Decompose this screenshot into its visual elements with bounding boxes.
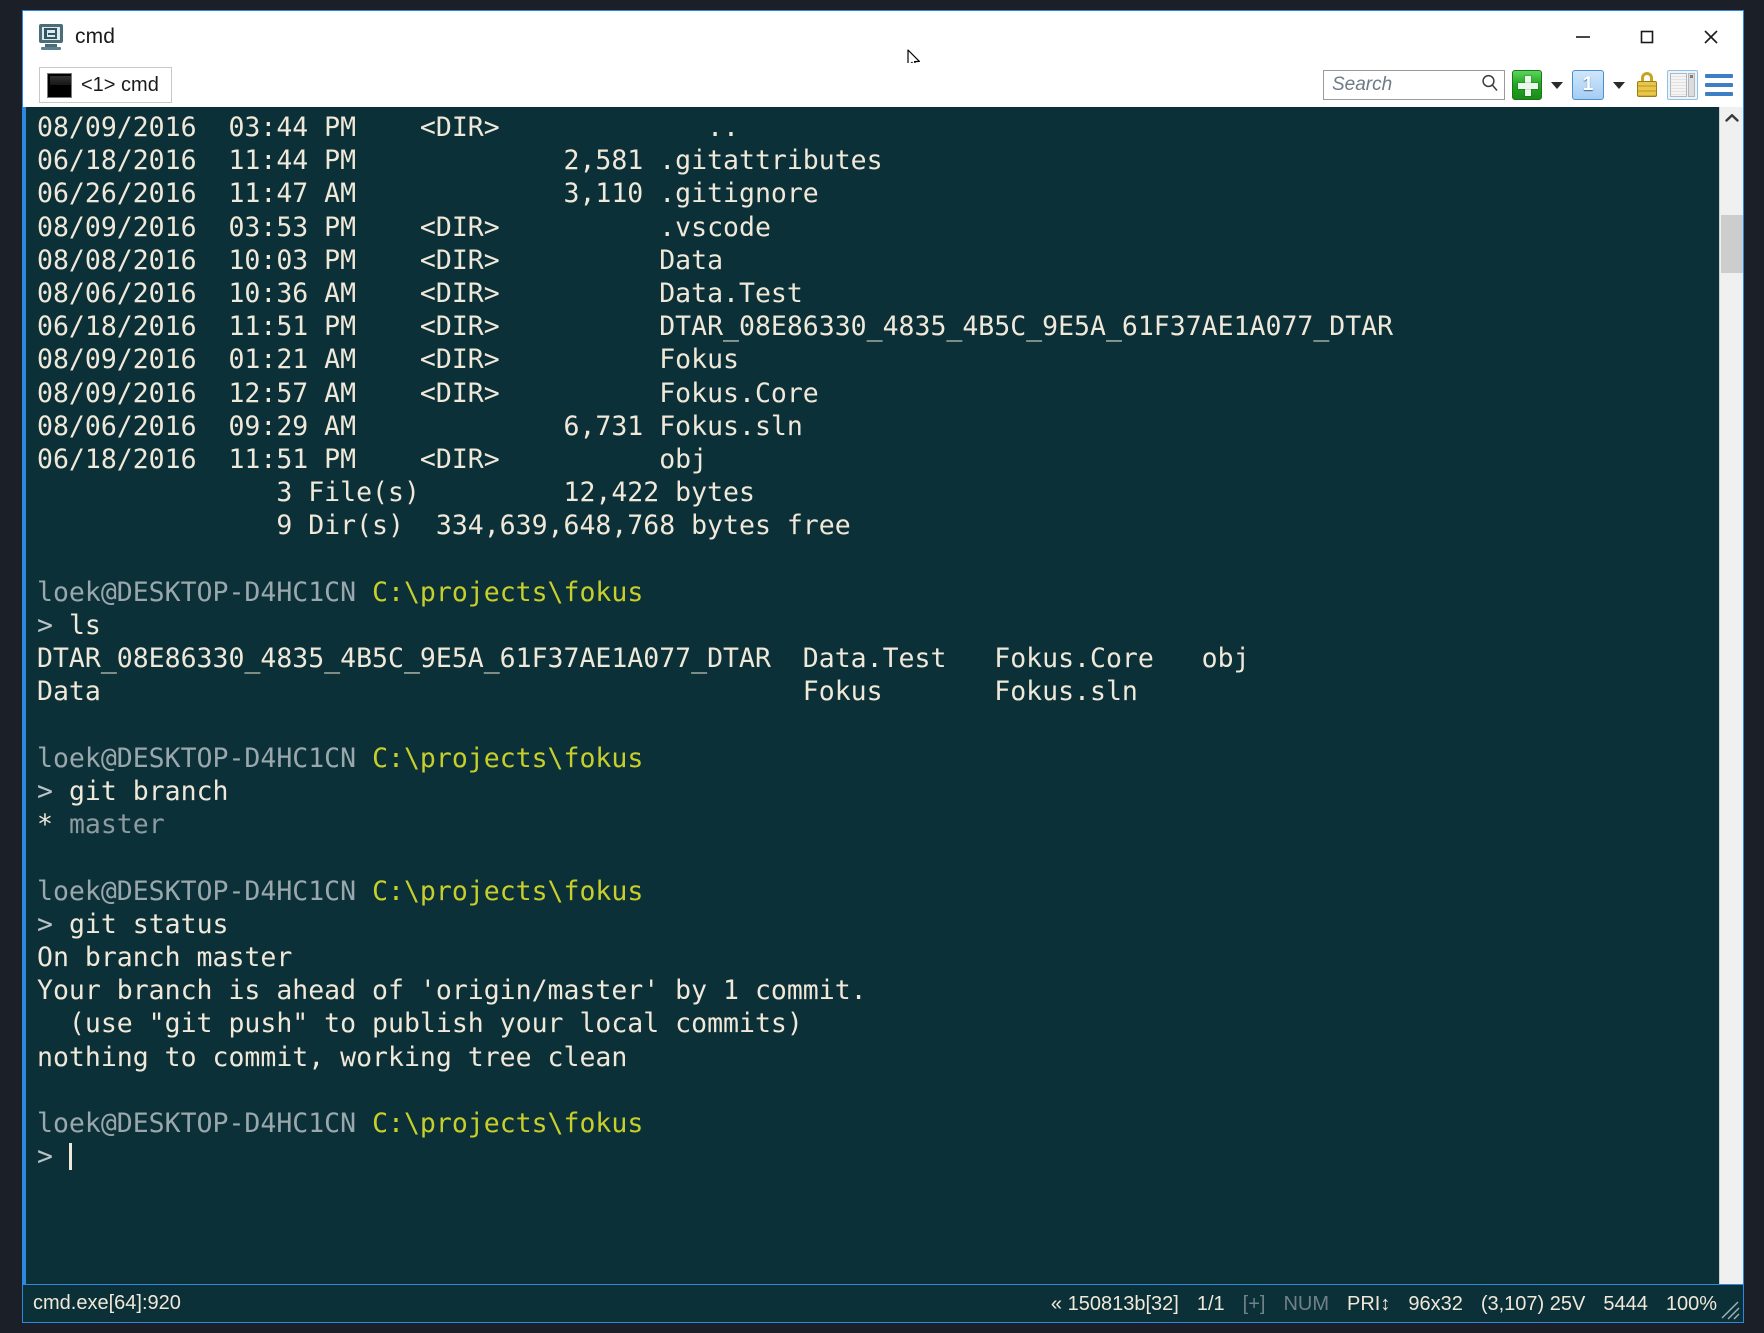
- status-process: cmd.exe[64]:920: [33, 1292, 181, 1314]
- status-plus-flag: [+]: [1242, 1292, 1266, 1315]
- search-icon: [1480, 73, 1500, 98]
- search-input[interactable]: Search: [1323, 70, 1505, 100]
- active-console-button[interactable]: 1: [1572, 70, 1604, 100]
- status-zoom: 100%: [1665, 1292, 1717, 1315]
- new-console-button[interactable]: [1512, 70, 1542, 100]
- console-tab-icon: [47, 72, 72, 98]
- terminal-output[interactable]: 08/09/2016 03:44 PM <DIR> .. 06/18/2016 …: [23, 107, 1719, 1284]
- tab-label: <1> cmd: [81, 73, 159, 96]
- chevron-down-icon: [1551, 81, 1563, 89]
- status-pri-flag: PRI↕: [1346, 1292, 1391, 1315]
- chevron-down-icon: [1613, 81, 1625, 89]
- resize-grip[interactable]: [1718, 1298, 1740, 1320]
- status-buffer: 5444: [1603, 1292, 1648, 1315]
- title-bar-left: cmd: [23, 23, 115, 51]
- conemu-window: cmd <1> cmd Search 1 08/09/2016 03:44 PM…: [22, 10, 1744, 1323]
- terminal-text: 08/09/2016 03:44 PM <DIR> .. 06/18/2016 …: [37, 112, 1394, 1173]
- status-coords: (3,107) 25V: [1480, 1292, 1586, 1315]
- console-area: 08/09/2016 03:44 PM <DIR> .. 06/18/2016 …: [23, 107, 1743, 1284]
- console-list-dropdown-button[interactable]: [1611, 70, 1627, 100]
- status-num-flag: NUM: [1283, 1292, 1329, 1315]
- screen: cmd <1> cmd Search 1 08/09/2016 03:44 PM…: [0, 0, 1764, 1333]
- toolbar: Search 1: [1323, 63, 1733, 107]
- status-bar: cmd.exe[64]:920 « 150813b[32] 1/1 [+] NU…: [23, 1284, 1743, 1322]
- console-app-icon: [37, 23, 65, 51]
- minimize-button[interactable]: [1551, 11, 1615, 63]
- search-placeholder: Search: [1332, 74, 1393, 95]
- tab-console-1[interactable]: <1> cmd: [39, 67, 172, 103]
- status-right-group: « 150813b[32] 1/1 [+] NUM PRI↕ 96x32 (3,…: [1051, 1285, 1717, 1323]
- hamburger-menu-icon[interactable]: [1705, 70, 1733, 100]
- tab-bar: <1> cmd Search 1: [23, 63, 1743, 107]
- status-build: « 150813b[32]: [1050, 1292, 1179, 1315]
- panel-view-icon[interactable]: [1667, 70, 1698, 100]
- vertical-scrollbar[interactable]: [1719, 107, 1743, 1284]
- scroll-up-button[interactable]: [1720, 107, 1743, 129]
- title-bar: cmd: [23, 11, 1743, 69]
- status-size: 96x32: [1408, 1292, 1463, 1315]
- new-console-dropdown-button[interactable]: [1549, 70, 1565, 100]
- window-title: cmd: [75, 25, 115, 48]
- lock-icon[interactable]: [1634, 70, 1660, 100]
- status-tab-index: 1/1: [1196, 1292, 1225, 1315]
- maximize-button[interactable]: [1615, 11, 1679, 63]
- scrollbar-thumb[interactable]: [1721, 215, 1743, 273]
- close-button[interactable]: [1679, 11, 1743, 63]
- window-controls: [1551, 11, 1743, 63]
- console-accent-bar: [23, 107, 26, 1284]
